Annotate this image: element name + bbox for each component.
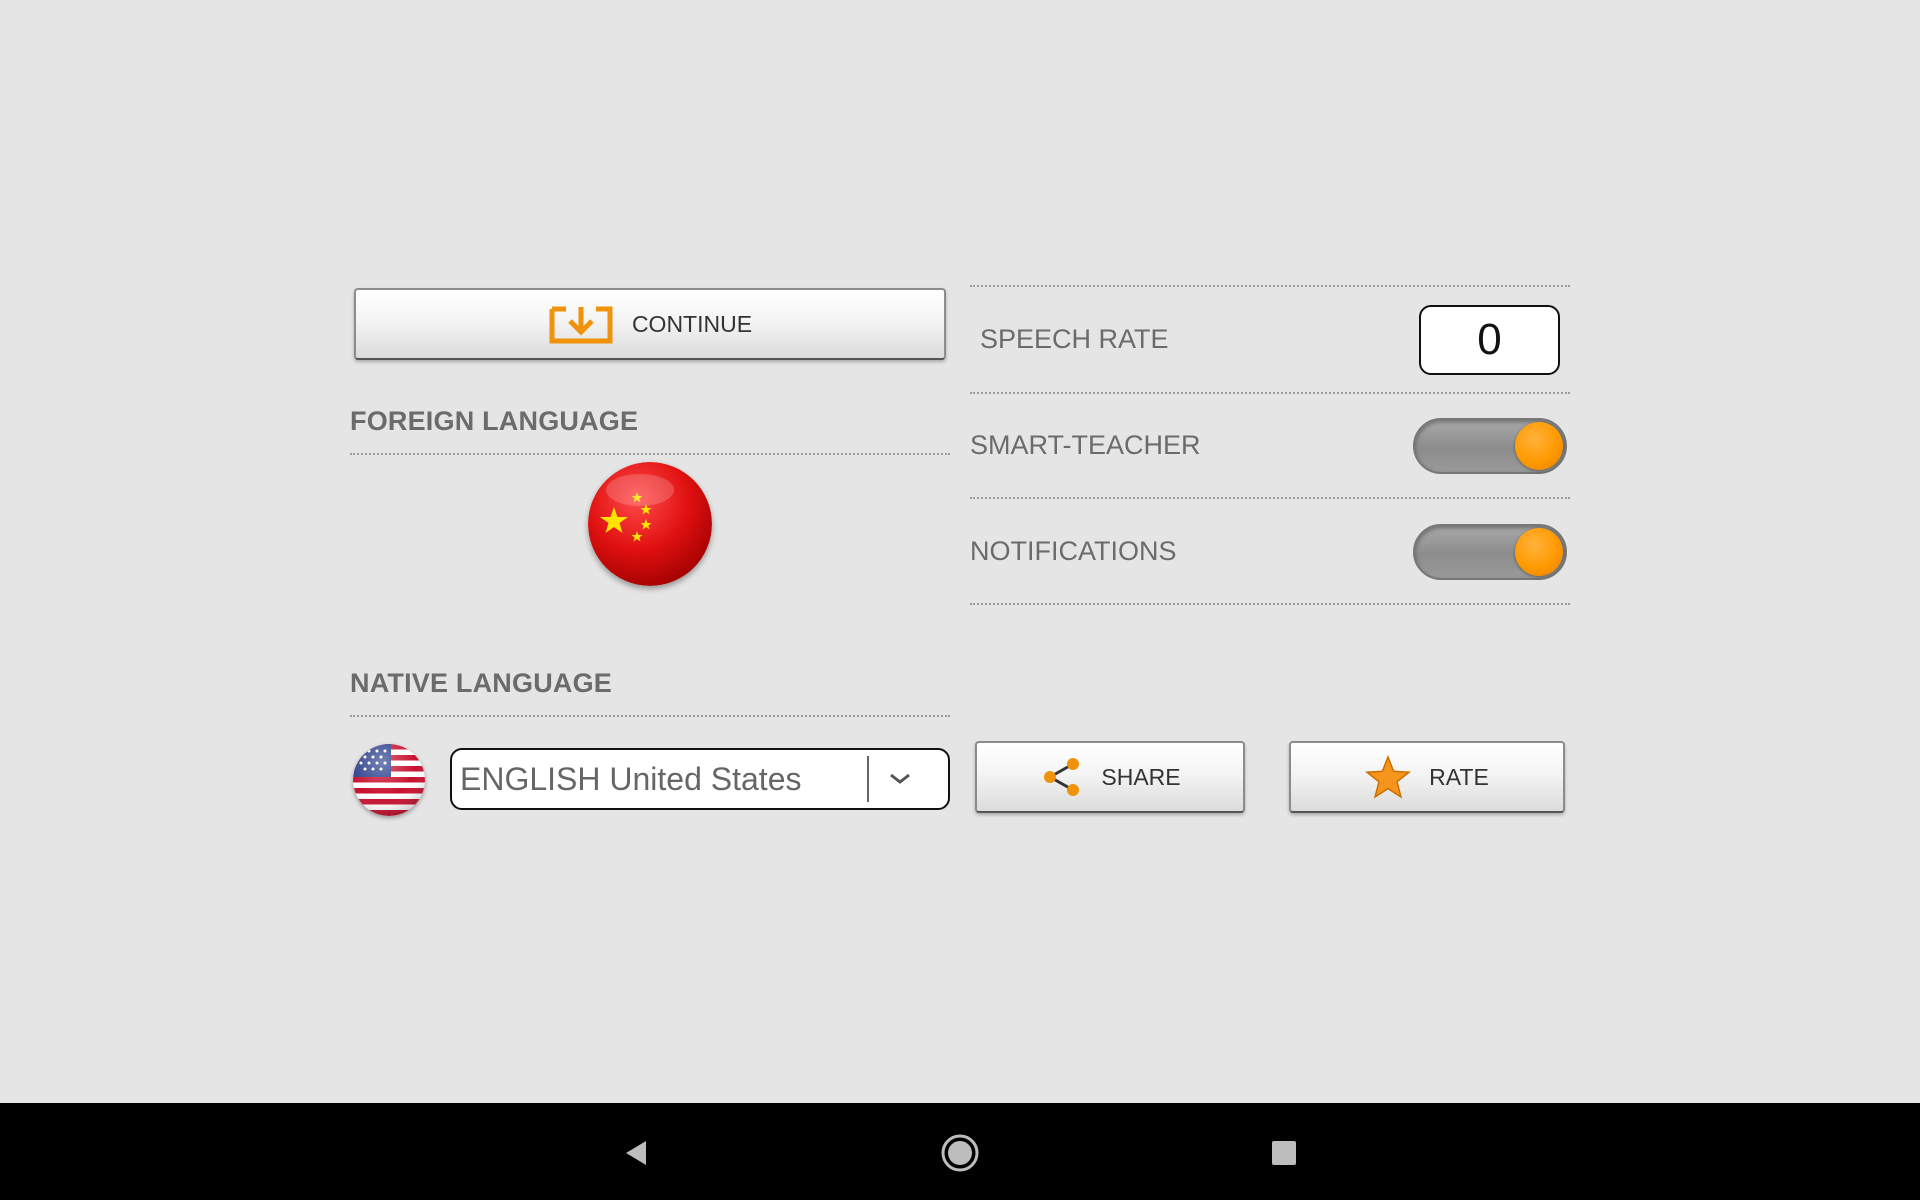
notifications-toggle[interactable]	[1413, 524, 1567, 580]
divider	[970, 603, 1570, 605]
smart-teacher-toggle[interactable]	[1413, 418, 1567, 474]
back-triangle-icon[interactable]	[620, 1137, 652, 1174]
speech-rate-label: SPEECH RATE	[980, 324, 1169, 354]
speech-rate-field[interactable]: 0	[1419, 305, 1560, 375]
usa-flag-icon[interactable]	[353, 744, 425, 816]
star-icon	[1365, 755, 1412, 799]
native-language-dropdown[interactable]: ENGLISH United States	[450, 748, 950, 810]
continue-button[interactable]: CONTINUE	[354, 288, 946, 360]
toggle-knob	[1515, 528, 1563, 576]
recents-square-icon[interactable]	[1270, 1139, 1298, 1172]
download-icon	[548, 303, 614, 345]
dropdown-divider	[867, 756, 869, 802]
settings-screen: CONTINUE FOREIGN LANGUAGE NATIVE LANGUAG…	[0, 0, 1920, 1103]
share-icon	[1039, 755, 1083, 799]
foreign-language-title: FOREIGN LANGUAGE	[350, 406, 639, 436]
native-language-title: NATIVE LANGUAGE	[350, 668, 613, 698]
rate-label: RATE	[1429, 763, 1489, 790]
divider	[970, 285, 1570, 287]
divider	[350, 715, 950, 717]
home-circle-icon[interactable]	[940, 1133, 980, 1178]
divider	[970, 497, 1570, 499]
chevron-down-icon	[880, 762, 920, 796]
share-label: SHARE	[1101, 763, 1181, 790]
continue-label: CONTINUE	[631, 310, 753, 337]
divider	[970, 392, 1570, 394]
share-button[interactable]: SHARE	[975, 741, 1245, 813]
rate-button[interactable]: RATE	[1289, 741, 1565, 813]
china-flag-icon[interactable]	[588, 462, 712, 586]
smart-teacher-label: SMART-TEACHER	[970, 430, 1201, 460]
toggle-knob	[1515, 422, 1563, 470]
divider	[350, 453, 950, 455]
native-language-value: ENGLISH United States	[460, 761, 802, 797]
system-navigation-bar	[0, 1103, 1920, 1200]
notifications-label: NOTIFICATIONS	[970, 536, 1177, 566]
